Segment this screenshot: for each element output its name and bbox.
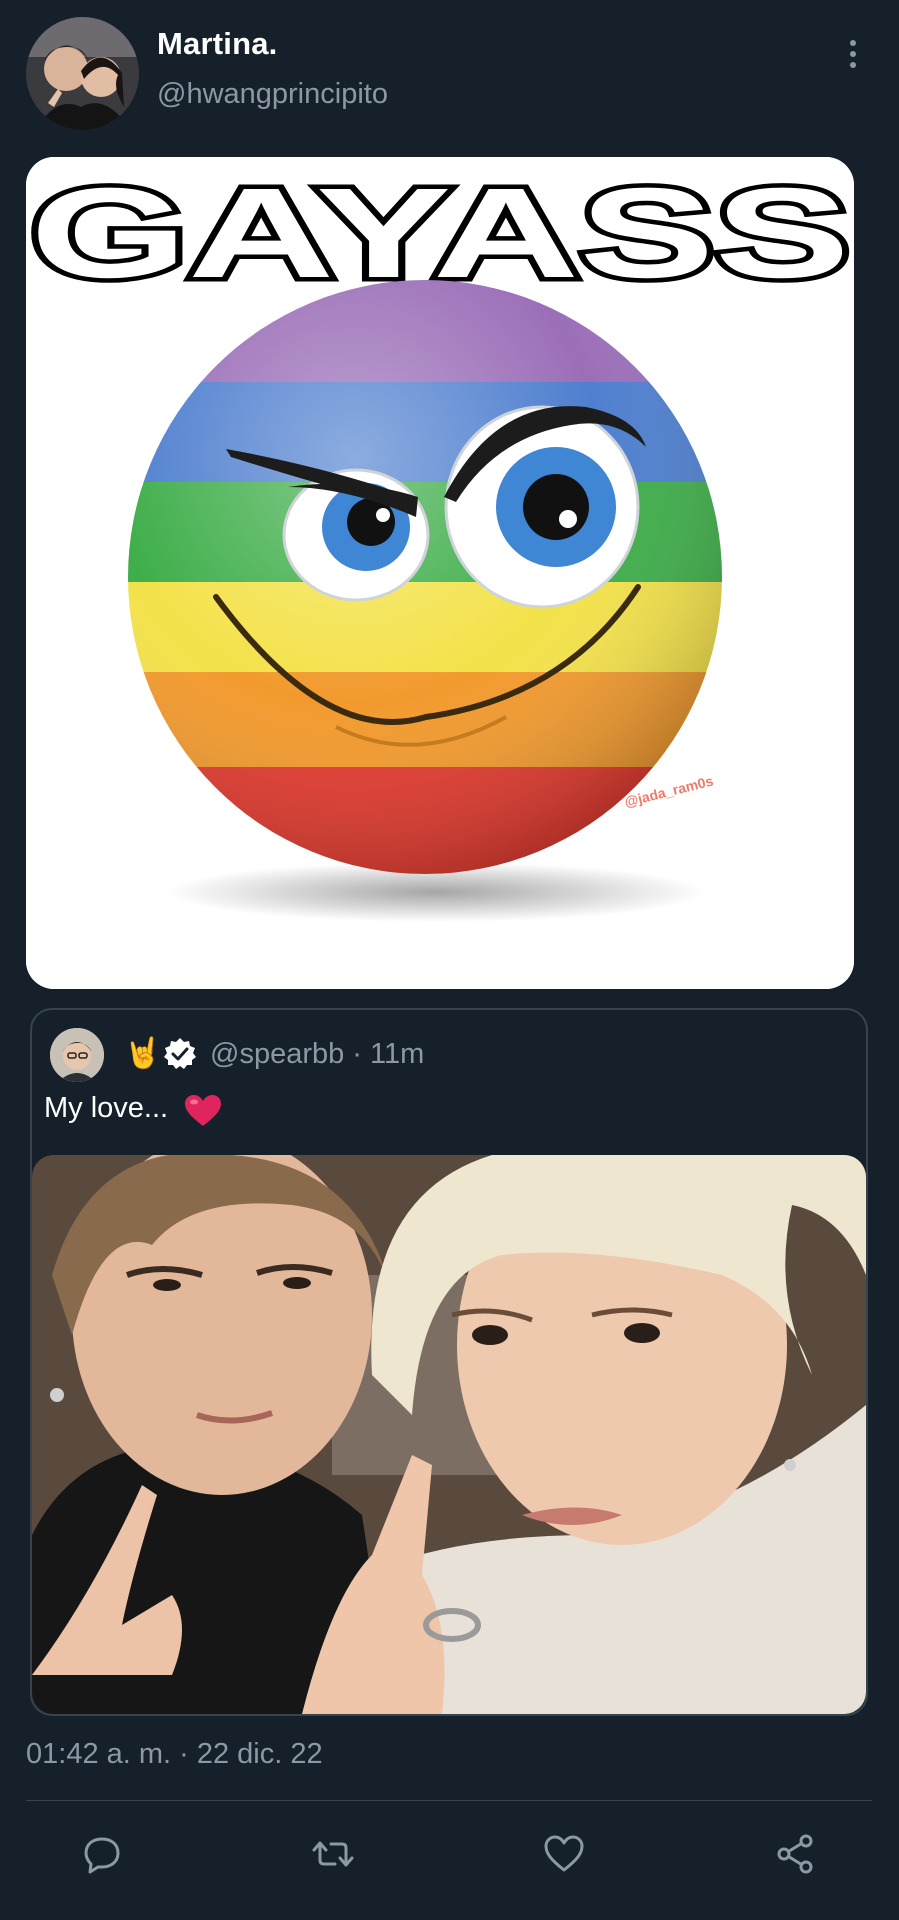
share-icon — [777, 1834, 813, 1874]
reply-icon — [84, 1837, 120, 1874]
avatar-photo-icon — [26, 17, 139, 130]
like-icon — [544, 1835, 584, 1872]
retweet-button[interactable] — [305, 1826, 361, 1882]
author-avatar[interactable] — [26, 17, 139, 130]
verified-badge-icon — [164, 1038, 196, 1069]
quoted-handle-time[interactable]: @spearbb · 11m — [210, 1038, 424, 1071]
more-vertical-icon — [850, 40, 856, 46]
quoted-tweet[interactable]: 🤘 @spearbb · 11m My love... — [30, 1008, 868, 1716]
like-button[interactable] — [536, 1826, 592, 1882]
quoted-author-avatar[interactable] — [50, 1028, 104, 1082]
retweet-icon — [312, 1841, 354, 1867]
reply-button[interactable] — [74, 1826, 130, 1882]
tweet-screen: Martina. @hwangprincipito GAYASS @jada_r… — [0, 0, 899, 1920]
tweet-timestamp[interactable]: 01:42 a. m. · 22 dic. 22 — [26, 1738, 323, 1771]
tweet-media-image[interactable]: GAYASS @jada_ram0s — [26, 157, 854, 989]
quoted-tweet-text: My love... — [44, 1092, 169, 1124]
author-handle[interactable]: @hwangprincipito — [157, 78, 388, 111]
quoted-tweet-media[interactable] — [32, 1155, 866, 1714]
rainbow-smiley-meme: GAYASS @jada_ram0s — [26, 157, 854, 989]
red-heart-icon — [185, 1095, 221, 1126]
quoted-avatar-photo-icon — [50, 1028, 104, 1082]
more-options-button[interactable] — [833, 34, 873, 74]
selfie-photo — [32, 1155, 866, 1714]
author-display-name[interactable]: Martina. — [157, 26, 277, 62]
rock-hand-emoji: 🤘 — [124, 1036, 162, 1071]
tweet-actions-bar — [0, 1820, 899, 1890]
divider — [26, 1800, 872, 1801]
share-button[interactable] — [767, 1826, 823, 1882]
tweet-header: Martina. @hwangprincipito — [0, 0, 899, 150]
